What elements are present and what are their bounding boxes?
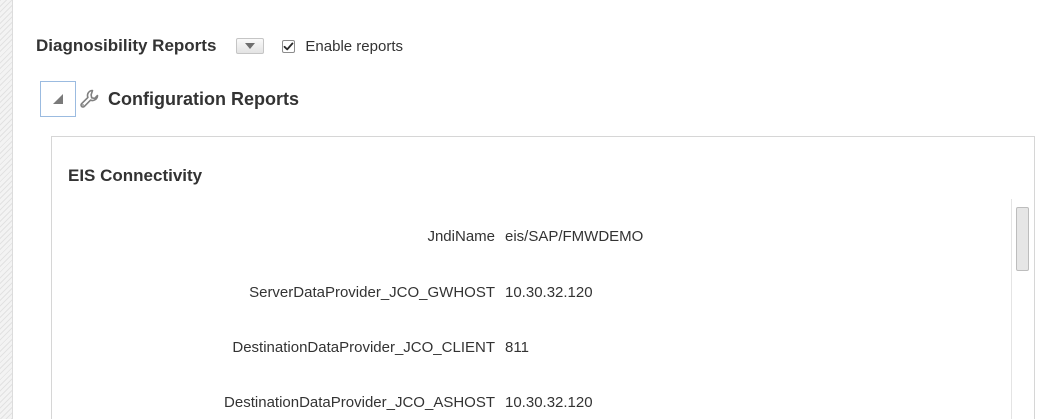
property-label: DestinationDataProvider_JCO_ASHOST <box>224 394 495 411</box>
property-row-jndi-name: JndiName eis/SAP/FMWDEMO <box>52 228 1012 248</box>
property-value: eis/SAP/FMWDEMO <box>505 228 644 245</box>
property-label: ServerDataProvider_JCO_GWHOST <box>249 284 495 301</box>
left-rail-splitter[interactable] <box>0 0 13 419</box>
diagnosibility-page: Diagnosibility Reports Enable reports Co… <box>0 0 1042 419</box>
collapse-toggle[interactable] <box>40 81 76 117</box>
chevron-down-icon <box>245 43 256 49</box>
vertical-scrollbar[interactable] <box>1011 199 1033 419</box>
enable-reports-label: Enable reports <box>305 37 403 55</box>
property-row-client: DestinationDataProvider_JCO_CLIENT 811 <box>52 339 1012 359</box>
section-title: Diagnosibility Reports <box>36 36 217 55</box>
property-row-gwhost: ServerDataProvider_JCO_GWHOST 10.30.32.1… <box>52 284 1012 304</box>
checkmark-icon <box>284 42 294 50</box>
enable-reports-checkbox[interactable] <box>282 39 296 53</box>
property-label: JndiName <box>427 228 495 245</box>
panel-title: EIS Connectivity <box>68 166 203 185</box>
reports-menu-button[interactable] <box>236 38 265 54</box>
diagnosibility-header: Diagnosibility Reports Enable reports <box>36 34 403 58</box>
configuration-reports-title: Configuration Reports <box>108 88 299 109</box>
configuration-reports-header: Configuration Reports <box>40 81 299 117</box>
enable-reports-toggle[interactable]: Enable reports <box>282 38 403 55</box>
scrollbar-thumb[interactable] <box>1016 207 1029 271</box>
property-value: 811 <box>505 339 529 356</box>
eis-connectivity-panel: EIS Connectivity JndiName eis/SAP/FMWDEM… <box>51 136 1035 419</box>
property-label: DestinationDataProvider_JCO_CLIENT <box>232 339 495 356</box>
property-row-ashost: DestinationDataProvider_JCO_ASHOST 10.30… <box>52 394 1012 414</box>
property-value: 10.30.32.120 <box>505 394 593 411</box>
property-value: 10.30.32.120 <box>505 284 593 301</box>
wrench-icon <box>76 85 104 113</box>
triangle-expanded-icon <box>53 94 63 104</box>
